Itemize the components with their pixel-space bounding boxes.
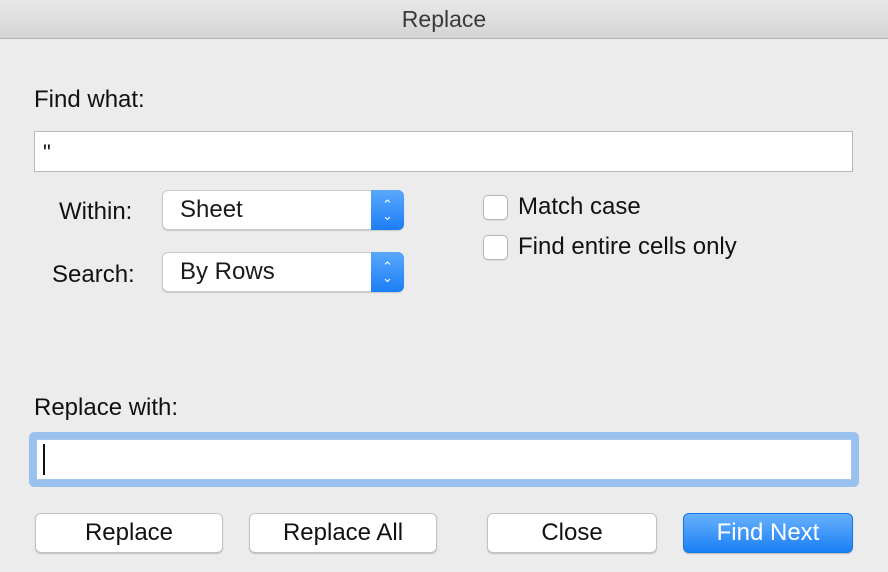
dialog-title: Replace [401, 6, 487, 32]
dialog-title-bar[interactable]: Replace [0, 0, 888, 39]
close-button[interactable]: Close [487, 513, 657, 553]
search-label: Search: [52, 261, 135, 288]
match-case-label: Match case [518, 193, 641, 220]
chevron-down-icon: ⌄ [382, 270, 393, 285]
within-stepper[interactable]: ⌃ ⌄ [371, 190, 404, 230]
replace-all-button[interactable]: Replace All [249, 513, 437, 553]
find-entire-cells-label: Find entire cells only [518, 233, 737, 260]
find-what-label: Find what: [34, 86, 145, 113]
find-what-value: " [43, 140, 51, 165]
match-case-checkbox[interactable] [483, 194, 508, 220]
match-case-option[interactable]: Match case [483, 193, 641, 221]
replace-with-label: Replace with: [34, 394, 179, 421]
replace-button[interactable]: Replace [35, 513, 223, 553]
find-entire-cells-option[interactable]: Find entire cells only [483, 233, 737, 261]
search-stepper[interactable]: ⌃ ⌄ [371, 252, 404, 292]
within-selected-value: Sheet [180, 196, 243, 223]
search-selected-value: By Rows [180, 258, 275, 285]
find-entire-cells-checkbox[interactable] [483, 234, 508, 260]
find-next-button[interactable]: Find Next [683, 513, 853, 553]
find-what-input[interactable]: " [34, 131, 853, 172]
within-label: Within: [59, 198, 133, 225]
search-select[interactable]: By Rows ⌃ ⌄ [162, 252, 404, 292]
replace-with-input[interactable] [36, 439, 852, 480]
within-select[interactable]: Sheet ⌃ ⌄ [162, 190, 404, 230]
text-cursor [43, 444, 45, 475]
chevron-down-icon: ⌄ [382, 208, 393, 223]
